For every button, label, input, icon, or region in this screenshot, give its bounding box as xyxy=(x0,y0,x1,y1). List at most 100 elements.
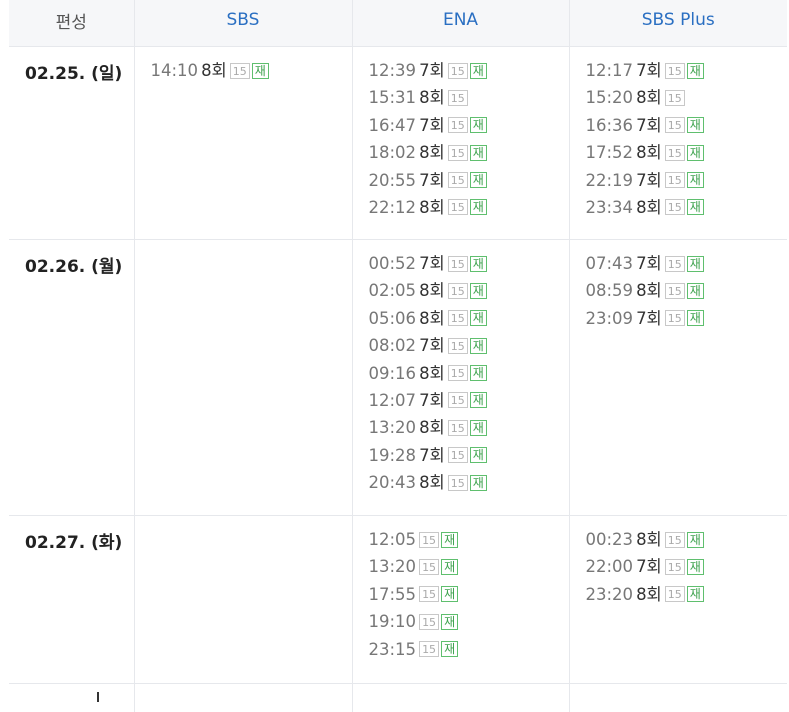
date-cell-cut xyxy=(9,684,134,712)
airing-slot: 17:528회15재 xyxy=(586,139,788,166)
age-rating-badge: 15 xyxy=(448,145,468,161)
episode-number: 8회 xyxy=(419,281,445,300)
airing-slot: 15:208회15 xyxy=(586,84,788,111)
airing-slot: 05:068회15재 xyxy=(369,305,569,332)
broadcast-schedule-table: 편성 SBS ENA SBS Plus 02.25. (일) 14:108회15… xyxy=(9,0,787,712)
airing-slot: 09:168회15재 xyxy=(369,360,569,387)
episode-number: 7회 xyxy=(419,171,445,190)
table-row: 02.26. (월) 00:527회15재02:058회15재05:068회15… xyxy=(9,240,787,516)
age-rating-badge: 15 xyxy=(448,199,468,215)
rerun-badge: 재 xyxy=(687,532,704,548)
airing-slot: 00:238회15재 xyxy=(586,526,788,553)
airing-slot: 16:477회15재 xyxy=(369,112,569,139)
rerun-badge: 재 xyxy=(687,559,704,575)
air-time: 07:43 xyxy=(586,254,634,273)
date-cell: 02.27. (화) xyxy=(9,516,134,684)
rerun-badge: 재 xyxy=(687,145,704,161)
age-rating-badge: 15 xyxy=(448,256,468,272)
sbs-plus-slots: 12:177회15재15:208회1516:367회15재17:528회15재2… xyxy=(569,47,787,240)
table-row-partial xyxy=(9,684,787,712)
rerun-badge: 재 xyxy=(470,310,487,326)
rerun-badge: 재 xyxy=(470,117,487,133)
episode-number: 8회 xyxy=(636,88,662,107)
rerun-badge: 재 xyxy=(470,199,487,215)
age-rating-badge: 15 xyxy=(448,338,468,354)
age-rating-badge: 15 xyxy=(448,447,468,463)
date-cell: 02.25. (일) xyxy=(9,47,134,240)
airing-slot: 12:177회15재 xyxy=(586,57,788,84)
episode-number: 8회 xyxy=(636,198,662,217)
rerun-badge: 재 xyxy=(470,256,487,272)
air-time: 18:02 xyxy=(369,143,417,162)
air-time: 05:06 xyxy=(369,309,417,328)
airing-slot: 18:028회15재 xyxy=(369,139,569,166)
episode-number: 8회 xyxy=(636,143,662,162)
sbs-slots xyxy=(134,240,352,516)
header-channel-ena[interactable]: ENA xyxy=(352,0,569,47)
cut-off-glyph xyxy=(91,692,99,702)
header-channel-sbs-plus[interactable]: SBS Plus xyxy=(569,0,787,47)
rerun-badge: 재 xyxy=(687,310,704,326)
age-rating-badge: 15 xyxy=(448,420,468,436)
airing-slot: 22:197회15재 xyxy=(586,167,788,194)
date-cell: 02.26. (월) xyxy=(9,240,134,516)
air-time: 17:55 xyxy=(369,585,417,604)
airing-slot: 13:2015재 xyxy=(369,553,569,580)
airing-slot: 08:598회15재 xyxy=(586,277,788,304)
air-time: 00:52 xyxy=(369,254,417,273)
episode-number: 7회 xyxy=(419,446,445,465)
air-time: 16:36 xyxy=(586,116,634,135)
rerun-badge: 재 xyxy=(470,447,487,463)
sbs-slots: 14:108회15재 xyxy=(134,47,352,240)
rerun-badge: 재 xyxy=(441,641,458,657)
air-time: 15:31 xyxy=(369,88,417,107)
ena-slots: 00:527회15재02:058회15재05:068회15재08:027회15재… xyxy=(352,240,569,516)
empty-cell xyxy=(352,684,569,712)
air-time: 23:34 xyxy=(586,198,634,217)
airing-slot: 15:318회15 xyxy=(369,84,569,111)
episode-number: 8회 xyxy=(636,585,662,604)
episode-number: 8회 xyxy=(419,473,445,492)
airing-slot: 23:1515재 xyxy=(369,636,569,663)
sbs-plus-slots: 00:238회15재22:007회15재23:208회15재 xyxy=(569,516,787,684)
table-row: 02.27. (화) 12:0515재13:2015재17:5515재19:10… xyxy=(9,516,787,684)
air-time: 22:19 xyxy=(586,171,634,190)
age-rating-badge: 15 xyxy=(419,532,439,548)
ena-slots: 12:0515재13:2015재17:5515재19:1015재23:1515재 xyxy=(352,516,569,684)
episode-number: 7회 xyxy=(636,61,662,80)
air-time: 02:05 xyxy=(369,281,417,300)
airing-slot: 20:557회15재 xyxy=(369,167,569,194)
age-rating-badge: 15 xyxy=(448,310,468,326)
rerun-badge: 재 xyxy=(441,614,458,630)
air-time: 13:20 xyxy=(369,557,417,576)
age-rating-badge: 15 xyxy=(419,641,439,657)
episode-number: 8회 xyxy=(419,198,445,217)
rerun-badge: 재 xyxy=(687,172,704,188)
age-rating-badge: 15 xyxy=(665,199,685,215)
table-row: 02.25. (일) 14:108회15재 12:397회15재15:318회1… xyxy=(9,47,787,240)
age-rating-badge: 15 xyxy=(665,172,685,188)
episode-number: 7회 xyxy=(419,61,445,80)
episode-number: 8회 xyxy=(419,364,445,383)
episode-number: 8회 xyxy=(201,61,227,80)
air-time: 15:20 xyxy=(586,88,634,107)
age-rating-badge: 15 xyxy=(665,117,685,133)
air-time: 12:39 xyxy=(369,61,417,80)
header-channel-sbs[interactable]: SBS xyxy=(134,0,352,47)
age-rating-badge: 15 xyxy=(448,392,468,408)
age-rating-badge: 15 xyxy=(419,614,439,630)
airing-slot: 08:027회15재 xyxy=(369,332,569,359)
age-rating-badge: 15 xyxy=(419,559,439,575)
age-rating-badge: 15 xyxy=(448,365,468,381)
age-rating-badge: 15 xyxy=(665,559,685,575)
header-schedule: 편성 xyxy=(9,0,134,47)
episode-number: 7회 xyxy=(419,254,445,273)
air-time: 14:10 xyxy=(151,61,199,80)
schedule-page: 편성 SBS ENA SBS Plus 02.25. (일) 14:108회15… xyxy=(0,0,789,664)
rerun-badge: 재 xyxy=(687,586,704,602)
episode-number: 7회 xyxy=(636,557,662,576)
rerun-badge: 재 xyxy=(470,420,487,436)
air-time: 12:05 xyxy=(369,530,417,549)
air-time: 16:47 xyxy=(369,116,417,135)
header-row: 편성 SBS ENA SBS Plus xyxy=(9,0,787,47)
